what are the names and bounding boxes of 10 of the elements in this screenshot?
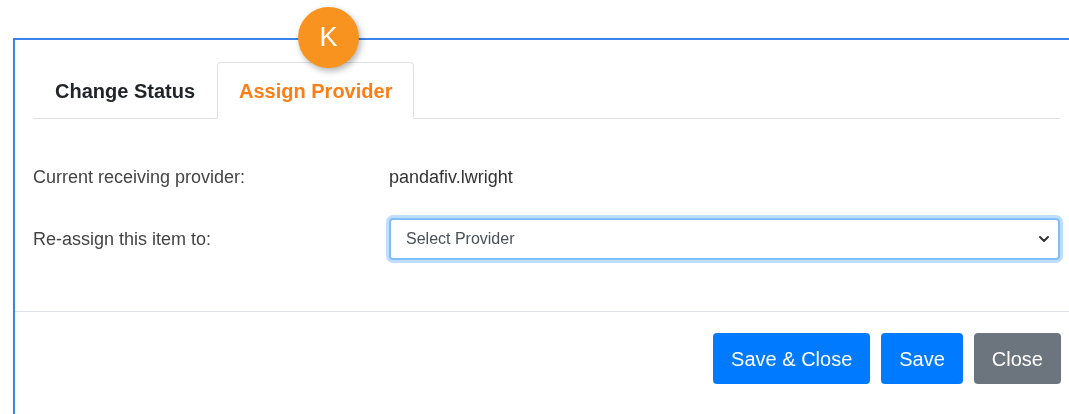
tab[interactable]: Change Status [33, 62, 218, 119]
field-label: Current receiving provider: [33, 166, 247, 189]
field-value: pandafiv.lwright [389, 166, 513, 189]
provider-select[interactable]: Select Provider [389, 218, 1060, 260]
action-button[interactable]: Close [973, 333, 1061, 384]
field-label: Re-assign this item to: [33, 227, 213, 251]
tab[interactable]: Assign Provider [217, 62, 415, 119]
step-badge: K [298, 7, 359, 68]
action-button[interactable]: Save [881, 333, 963, 384]
action-button[interactable]: Save & Close [713, 333, 871, 384]
